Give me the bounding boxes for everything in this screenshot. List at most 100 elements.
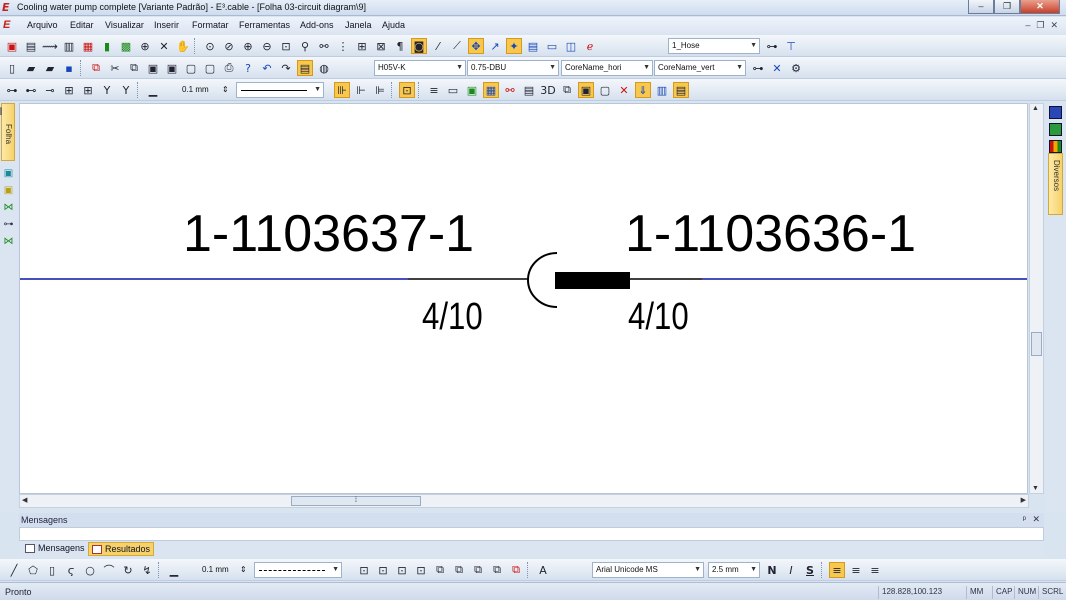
copy-object-icon[interactable]: ⧉ <box>432 562 448 578</box>
text-tool-icon[interactable]: A <box>535 562 551 578</box>
part-icon[interactable]: ▣ <box>464 82 480 98</box>
connector-icon[interactable]: ▭ <box>445 82 461 98</box>
split-icon[interactable]: Y <box>99 82 115 98</box>
paragraph-icon[interactable]: ¶ <box>392 38 408 54</box>
scroll-left-icon[interactable]: ◀ <box>22 496 27 504</box>
terminal-icon[interactable]: ▮ <box>99 38 115 54</box>
sheet-view-icon[interactable]: ▤ <box>297 60 313 76</box>
help-icon[interactable]: ? <box>240 60 256 76</box>
zoom-in-icon[interactable]: ⊕ <box>240 38 256 54</box>
minimize-button[interactable]: – <box>968 0 994 14</box>
connector-tree-icon[interactable]: ⋈ <box>2 202 15 215</box>
sheet-panel-tab[interactable]: ▤ Folha <box>0 103 15 161</box>
toolbar-grip[interactable] <box>80 60 83 76</box>
delete-icon[interactable]: ▢ <box>183 60 199 76</box>
rotate-icon[interactable]: ↗ <box>487 38 503 54</box>
right-pin-label[interactable]: 4/10 <box>628 296 689 339</box>
grid-icon[interactable]: ⋮ <box>335 38 351 54</box>
menu-ajuda[interactable]: Ajuda <box>382 20 405 30</box>
scroll-down-icon[interactable]: ▼ <box>1032 485 1039 492</box>
drawing-canvas[interactable]: 1-1103637-1 1-1103636-1 4/10 4/10 <box>19 103 1028 494</box>
cut-icon[interactable]: ✕ <box>156 38 172 54</box>
device-view-icon[interactable]: ▦ <box>483 82 499 98</box>
rectangle-tool-icon[interactable]: ▯ <box>44 562 60 578</box>
split-h-icon[interactable]: ▭ <box>544 38 560 54</box>
route-icon[interactable]: ✥ <box>468 38 484 54</box>
settings-icon[interactable]: ⚙ <box>788 60 804 76</box>
doc-minimize-button[interactable]: – <box>1025 20 1030 31</box>
close-button[interactable]: ✕ <box>1020 0 1060 14</box>
menu-arquivo[interactable]: Arquivo <box>27 20 58 30</box>
matrix-2-icon[interactable]: ⊞ <box>80 82 96 98</box>
harness-icon[interactable]: ✕ <box>769 60 785 76</box>
menu-formatar[interactable]: Formatar <box>192 20 229 30</box>
bus-3-icon[interactable]: ⊫ <box>372 82 388 98</box>
dimension-icon[interactable]: ⟋ <box>449 38 465 54</box>
new-file-icon[interactable]: ▯ <box>4 60 20 76</box>
zoom-area-icon[interactable]: ⊘ <box>221 38 237 54</box>
arrange-3-icon[interactable]: ⧉ <box>489 562 505 578</box>
underline-button[interactable]: S <box>802 562 818 578</box>
component-tree-icon[interactable]: ▣ <box>2 185 15 198</box>
group-icon[interactable]: ⊡ <box>356 562 372 578</box>
properties-icon[interactable]: ▢ <box>202 60 218 76</box>
zoom-out-icon[interactable]: ⊖ <box>259 38 275 54</box>
core-name-vertical-combo[interactable]: CoreName_vert ▼ <box>654 60 746 76</box>
pan-hand-icon[interactable]: ✋ <box>175 38 191 54</box>
arrange-icon[interactable]: ⧉ <box>451 562 467 578</box>
connector-pin[interactable] <box>555 272 630 289</box>
scroll-up-icon[interactable]: ▲ <box>1032 105 1039 112</box>
doc-restore-button[interactable]: ❐ <box>1036 20 1044 31</box>
toolbar-grip[interactable] <box>194 38 197 54</box>
zoom-window-icon[interactable]: ⊙ <box>202 38 218 54</box>
replace-icon[interactable]: ⚯ <box>316 38 332 54</box>
report-icon[interactable]: ▤ <box>673 82 689 98</box>
crosshair-icon[interactable]: ⊕ <box>137 38 153 54</box>
arc-tool-icon[interactable]: ⌒ <box>101 562 117 578</box>
split-2-icon[interactable]: Y <box>118 82 134 98</box>
node-2-icon[interactable]: ⊷ <box>23 82 39 98</box>
menu-visualizar[interactable]: Visualizar <box>105 20 144 30</box>
graphics-line-type-combo[interactable]: ▼ <box>254 562 342 578</box>
line-width-spinner[interactable]: ⇕ <box>222 82 229 98</box>
tree-icon[interactable]: ⊶ <box>764 38 780 54</box>
object-icon[interactable]: ⧉ <box>559 82 575 98</box>
align-icon[interactable]: ⊠ <box>373 38 389 54</box>
font-combo[interactable]: Arial Unicode MS ▼ <box>592 562 704 578</box>
document-icon[interactable]: E <box>3 19 10 31</box>
line-weight-icon[interactable]: ▁ <box>166 562 182 578</box>
table-icon[interactable]: ⊤ <box>783 38 799 54</box>
copy-icon[interactable]: ⧉ <box>126 60 142 76</box>
core-name-horizontal-combo[interactable]: CoreName_hori ▼ <box>561 60 653 76</box>
horizontal-scroll-thumb[interactable]: ⁞ <box>291 496 421 506</box>
bold-button[interactable]: N <box>764 562 780 578</box>
toolbar-grip[interactable] <box>391 82 394 98</box>
connect-icon[interactable]: ⟿ <box>42 38 58 54</box>
doc-close-button[interactable]: ✕ <box>1050 20 1058 31</box>
line-tool-icon[interactable]: ╱ <box>6 562 22 578</box>
scissors-icon[interactable]: ✂ <box>107 60 123 76</box>
wire-icon[interactable]: ≡ <box>426 82 442 98</box>
menu-ferramentas[interactable]: Ferramentas <box>239 20 290 30</box>
node-3-icon[interactable]: ⊸ <box>42 82 58 98</box>
wire-size-combo[interactable]: 0.75-DBU ▼ <box>467 60 559 76</box>
line-width-field[interactable]: 0.1 mm <box>182 82 209 98</box>
bus-2-icon[interactable]: ⊩ <box>353 82 369 98</box>
undo-icon[interactable]: ↶ <box>259 60 275 76</box>
polygon-tool-icon[interactable]: ⬠ <box>25 562 41 578</box>
toolbar-grip[interactable] <box>821 562 824 578</box>
link-icon[interactable]: ⚯ <box>502 82 518 98</box>
line-draw-icon[interactable]: ⁄ <box>430 38 446 54</box>
layers-icon[interactable]: ▤ <box>525 38 541 54</box>
document-view-icon[interactable]: ▤ <box>521 82 537 98</box>
scroll-right-icon[interactable]: ▶ <box>1021 496 1026 504</box>
connector-socket[interactable] <box>527 252 558 308</box>
display-mode-icon[interactable]: ◙ <box>411 38 427 54</box>
toolbar-grip[interactable] <box>418 82 421 98</box>
vertical-scrollbar[interactable]: ▲ ▼ <box>1029 103 1044 494</box>
redo-icon[interactable]: ↷ <box>278 60 294 76</box>
find-icon[interactable]: ⚲ <box>297 38 313 54</box>
toolbar-grip[interactable] <box>158 562 161 578</box>
new-project-icon[interactable]: ▣ <box>4 38 20 54</box>
pin-icon[interactable]: ᵖ <box>1023 514 1026 524</box>
